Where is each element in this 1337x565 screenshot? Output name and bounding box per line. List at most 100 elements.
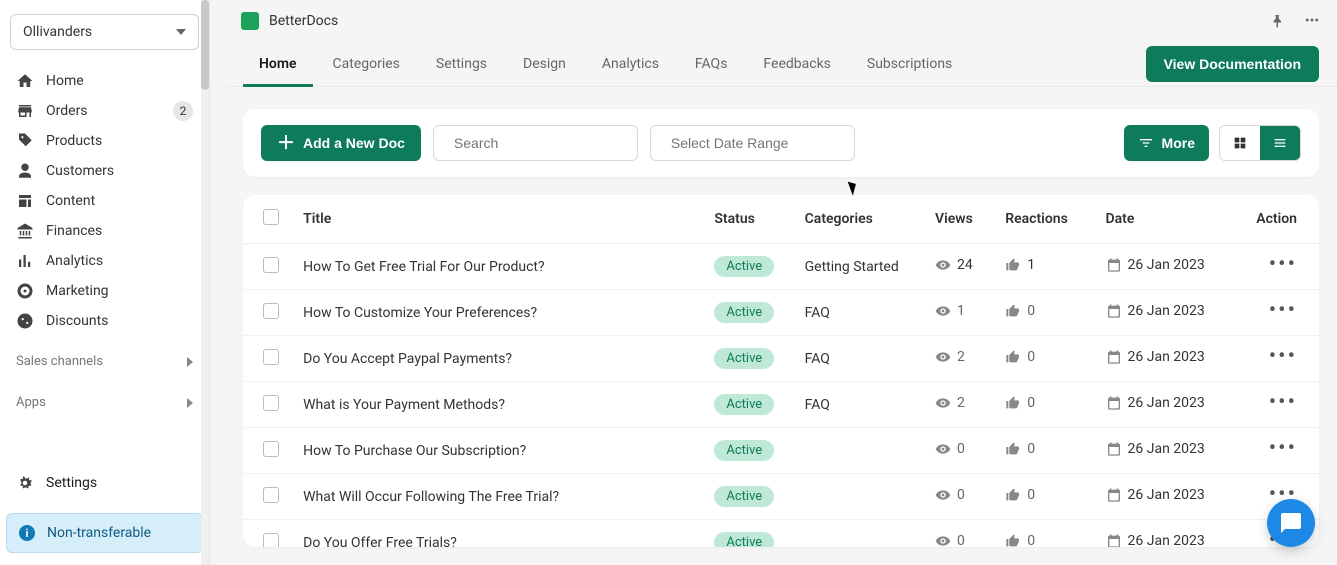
tab-design[interactable]: Design	[507, 42, 582, 87]
table-row[interactable]: Do You Offer Free Trials?Active0026 Jan …	[243, 520, 1319, 547]
sidebar-item-products[interactable]: Products	[0, 126, 209, 156]
row-checkbox[interactable]	[263, 303, 279, 319]
views-metric: 0	[935, 533, 965, 547]
sidebar-item-finances[interactable]: Finances	[0, 216, 209, 246]
row-action-button[interactable]: •••	[1269, 344, 1297, 369]
col-title[interactable]: Title	[291, 195, 702, 244]
sidebar-section-apps[interactable]: Apps	[0, 387, 209, 418]
table-header-row: Title Status Categories Views Reactions …	[243, 195, 1319, 244]
col-categories[interactable]: Categories	[793, 195, 923, 244]
row-checkbox[interactable]	[263, 533, 279, 547]
discount-icon	[16, 312, 34, 330]
grid-view-button[interactable]	[1220, 126, 1260, 160]
status-badge: Active	[714, 394, 774, 415]
col-status[interactable]: Status	[702, 195, 792, 244]
sidebar-item-label: Home	[46, 73, 193, 89]
sidebar-badge: 2	[173, 101, 193, 121]
row-action-button[interactable]: •••	[1269, 252, 1297, 277]
tab-categories[interactable]: Categories	[317, 42, 416, 87]
tag-icon	[16, 132, 34, 150]
search-input[interactable]	[454, 135, 635, 151]
tab-faqs[interactable]: FAQs	[679, 42, 744, 87]
row-checkbox[interactable]	[263, 257, 279, 273]
list-view-button[interactable]	[1260, 126, 1300, 160]
table-row[interactable]: What Will Occur Following The Free Trial…	[243, 474, 1319, 520]
non-transferable-banner[interactable]: i Non-transferable	[6, 513, 203, 553]
cell-category: FAQ	[793, 336, 923, 382]
row-action-button[interactable]: •••	[1269, 436, 1297, 461]
sidebar-item-customers[interactable]: Customers	[0, 156, 209, 186]
sidebar-item-discounts[interactable]: Discounts	[0, 306, 209, 336]
sidebar-item-analytics[interactable]: Analytics	[0, 246, 209, 276]
row-action-button[interactable]: •••	[1269, 298, 1297, 323]
pin-icon[interactable]	[1269, 12, 1287, 30]
date-cell: 26 Jan 2023	[1106, 303, 1205, 319]
cell-title: Do You Offer Free Trials?	[291, 520, 702, 547]
sidebar-item-settings[interactable]: Settings	[0, 463, 209, 503]
cell-category: Getting Started	[793, 244, 923, 290]
tab-label: FAQs	[695, 56, 728, 72]
cell-title: How To Customize Your Preferences?	[291, 290, 702, 336]
content-icon	[16, 192, 34, 210]
sidebar-item-label: Products	[46, 133, 193, 149]
row-checkbox[interactable]	[263, 441, 279, 457]
col-views[interactable]: Views	[923, 195, 993, 244]
bank-icon	[16, 222, 34, 240]
app-topbar: BetterDocs •••	[225, 0, 1337, 42]
table-row[interactable]: What is Your Payment Methods?ActiveFAQ20…	[243, 382, 1319, 428]
reactions-metric: 0	[1005, 395, 1035, 411]
row-checkbox[interactable]	[263, 487, 279, 503]
reactions-metric: 0	[1005, 303, 1035, 319]
select-all-checkbox[interactable]	[263, 209, 279, 225]
info-icon: i	[19, 525, 35, 541]
date-cell: 26 Jan 2023	[1106, 441, 1205, 457]
tab-label: Analytics	[602, 56, 659, 72]
views-metric: 1	[935, 303, 965, 319]
tab-analytics[interactable]: Analytics	[586, 42, 675, 87]
search-input-wrap[interactable]	[433, 125, 638, 161]
views-metric: 24	[935, 257, 973, 273]
chat-icon	[1279, 511, 1303, 535]
table-row[interactable]: How To Get Free Trial For Our Product?Ac…	[243, 244, 1319, 290]
sidebar-item-home[interactable]: Home	[0, 66, 209, 96]
chat-fab[interactable]	[1267, 499, 1315, 547]
section-label: Sales channels	[16, 354, 103, 369]
table-row[interactable]: How To Customize Your Preferences?Active…	[243, 290, 1319, 336]
store-selector[interactable]: Ollivanders	[10, 14, 199, 50]
table-row[interactable]: How To Purchase Our Subscription?Active0…	[243, 428, 1319, 474]
tab-home[interactable]: Home	[243, 42, 313, 87]
col-date[interactable]: Date	[1094, 195, 1244, 244]
target-icon	[16, 282, 34, 300]
date-cell: 26 Jan 2023	[1106, 533, 1205, 547]
chevron-right-icon	[187, 398, 193, 408]
row-checkbox[interactable]	[263, 349, 279, 365]
col-action: Action	[1244, 195, 1319, 244]
sidebar-item-marketing[interactable]: Marketing	[0, 276, 209, 306]
view-documentation-button[interactable]: View Documentation	[1146, 46, 1319, 82]
reactions-metric: 1	[1005, 257, 1035, 273]
date-cell: 26 Jan 2023	[1106, 349, 1205, 365]
sidebar-section-sales-channels[interactable]: Sales channels	[0, 346, 209, 377]
more-button[interactable]: More	[1124, 125, 1209, 161]
table-row[interactable]: Do You Accept Paypal Payments?ActiveFAQ2…	[243, 336, 1319, 382]
row-action-button[interactable]: •••	[1269, 390, 1297, 415]
tab-subscriptions[interactable]: Subscriptions	[851, 42, 968, 87]
tabs-row: Home Categories Settings Design Analytic…	[225, 42, 1337, 88]
cell-title: What Will Occur Following The Free Trial…	[291, 474, 702, 520]
date-range-input-wrap[interactable]	[650, 125, 855, 161]
sidebar-item-label: Discounts	[46, 313, 193, 329]
add-new-doc-button[interactable]: ＋ Add a New Doc	[261, 125, 421, 161]
main-content: BetterDocs ••• Home Categories Settings …	[225, 0, 1337, 565]
sidebar-item-content[interactable]: Content	[0, 186, 209, 216]
cell-title: Do You Accept Paypal Payments?	[291, 336, 702, 382]
date-range-input[interactable]	[671, 135, 852, 151]
tab-feedbacks[interactable]: Feedbacks	[747, 42, 846, 87]
more-icon[interactable]: •••	[1303, 12, 1321, 30]
add-btn-label: Add a New Doc	[303, 135, 405, 151]
sidebar-scrollbar[interactable]	[201, 0, 209, 565]
tab-settings[interactable]: Settings	[420, 42, 503, 87]
sidebar-item-label: Settings	[46, 475, 193, 491]
row-checkbox[interactable]	[263, 395, 279, 411]
col-reactions[interactable]: Reactions	[993, 195, 1093, 244]
sidebar-item-orders[interactable]: Orders 2	[0, 96, 209, 126]
